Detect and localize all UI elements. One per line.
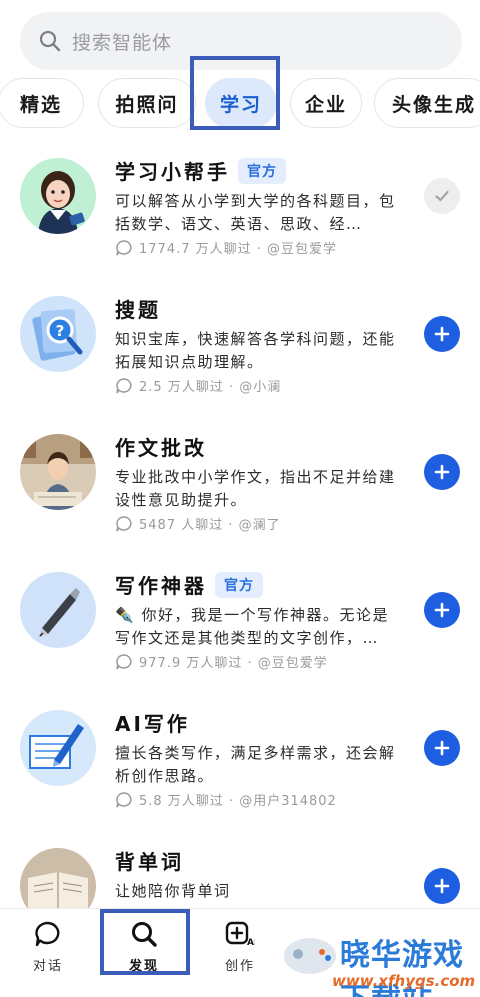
agent-meta: 1774.7 万人聊过 · @豆包爱学 <box>115 238 337 257</box>
official-badge: 官方 <box>215 571 263 598</box>
create-ai-icon: AI <box>225 921 255 948</box>
chat-count-icon <box>116 239 132 255</box>
added-check-button[interactable] <box>424 178 460 214</box>
agent-avatar <box>20 710 96 786</box>
plus-icon <box>434 740 450 756</box>
agent-name: 作文批改 <box>115 436 207 460</box>
agent-meta-text: 2.5 万人聊过 · @小澜 <box>139 380 282 395</box>
tab-photo-ask[interactable]: 拍照问 <box>98 78 196 128</box>
agent-meta-text: 5.8 万人聊过 · @用户314802 <box>139 794 337 809</box>
svg-text:AI: AI <box>247 938 255 948</box>
tab-avatar-generation[interactable]: 头像生成 <box>374 78 480 128</box>
agent-item-search-question[interactable]: ? 搜题 知识宝库，快速解答各学科问题，还能拓展知识点助理解。 2.5 万人聊过… <box>0 278 480 418</box>
plus-icon <box>434 326 450 342</box>
agent-avatar <box>20 572 96 648</box>
agent-meta: 5487 人聊过 · @澜了 <box>115 514 281 533</box>
gamepad-logo-icon <box>284 938 336 974</box>
agent-description: 知识宝库，快速解答各学科问题，还能拓展知识点助理解。 <box>115 330 396 371</box>
agent-meta-text: 5487 人聊过 · @澜了 <box>139 518 281 533</box>
agent-name: AI写作 <box>115 712 190 736</box>
tab-highlight-frame <box>190 56 280 130</box>
agent-item-essay-correction[interactable]: 作文批改 专业批改中小学作文，指出不足并给建设性意见助提升。 5487 人聊过 … <box>0 416 480 556</box>
plus-icon <box>434 464 450 480</box>
add-agent-button[interactable] <box>424 316 460 352</box>
agent-meta: 2.5 万人聊过 · @小澜 <box>115 376 281 395</box>
plus-icon <box>434 878 450 894</box>
agent-item-writing-tool[interactable]: 写作神器 官方 ✒️ 你好，我是一个写作神器。无论是写作文还是其他类型的文字创作… <box>0 554 480 694</box>
agent-meta-text: 977.9 万人聊过 · @豆包爱学 <box>139 656 328 671</box>
chat-count-icon <box>116 515 132 531</box>
plus-icon <box>434 602 450 618</box>
agent-avatar <box>20 434 96 510</box>
tab-featured[interactable]: 精选 <box>0 78 84 128</box>
agent-meta: 977.9 万人聊过 · @豆包爱学 <box>115 652 328 671</box>
tab-enterprise[interactable]: 企业 <box>290 78 362 128</box>
nav-item-chat[interactable]: 对话 <box>8 919 88 974</box>
nav-item-create[interactable]: AI 创作 <box>200 919 280 974</box>
agent-name: 学习小帮手 <box>115 160 230 184</box>
add-agent-button[interactable] <box>424 730 460 766</box>
chat-count-icon <box>116 791 132 807</box>
add-agent-button[interactable] <box>424 592 460 628</box>
agent-meta-text: 1774.7 万人聊过 · @豆包爱学 <box>139 242 338 257</box>
svg-text:?: ? <box>56 322 65 340</box>
agent-description: ✒️ 你好，我是一个写作神器。无论是写作文还是其他类型的文字创作，… <box>115 606 389 647</box>
official-badge: 官方 <box>238 157 286 184</box>
agent-avatar: ? <box>20 296 96 372</box>
chat-bubble-icon <box>35 921 60 947</box>
nav-highlight-frame <box>100 909 190 975</box>
agent-item-study-helper[interactable]: 学习小帮手 官方 可以解答从小学到大学的各科题目，包括数学、语文、英语、思政、经… <box>0 140 480 280</box>
add-agent-button[interactable] <box>424 868 460 904</box>
agent-item-ai-writing[interactable]: AI写作 擅长各类写作，满足多样需求，还会解析创作思路。 5.8 万人聊过 · … <box>0 692 480 832</box>
add-agent-button[interactable] <box>424 454 460 490</box>
nav-label: 对话 <box>32 959 63 974</box>
watermark-url: www.xfhygs.com <box>332 972 476 990</box>
agent-description: 可以解答从小学到大学的各科题目，包括数学、语文、英语、思政、经… <box>115 192 396 233</box>
agent-meta: 5.8 万人聊过 · @用户314802 <box>115 790 337 809</box>
agent-name: 背单词 <box>115 850 184 874</box>
agent-description: 让她陪你背单词 <box>115 882 231 900</box>
search-icon <box>39 30 61 52</box>
chat-count-icon <box>116 653 132 669</box>
agent-name: 搜题 <box>115 298 161 322</box>
chat-count-icon <box>116 377 132 393</box>
agent-name: 写作神器 <box>115 574 207 598</box>
search-input[interactable]: 搜索智能体 <box>72 28 172 55</box>
agent-description: 专业批改中小学作文，指出不足并给建设性意见助提升。 <box>115 468 396 509</box>
site-watermark: 晓华游戏下载站 www.xfhygs.com <box>280 918 480 997</box>
agent-description: 擅长各类写作，满足多样需求，还会解析创作思路。 <box>115 744 396 785</box>
nav-label: 创作 <box>224 959 255 974</box>
agent-avatar <box>20 158 96 234</box>
check-icon <box>435 190 449 202</box>
